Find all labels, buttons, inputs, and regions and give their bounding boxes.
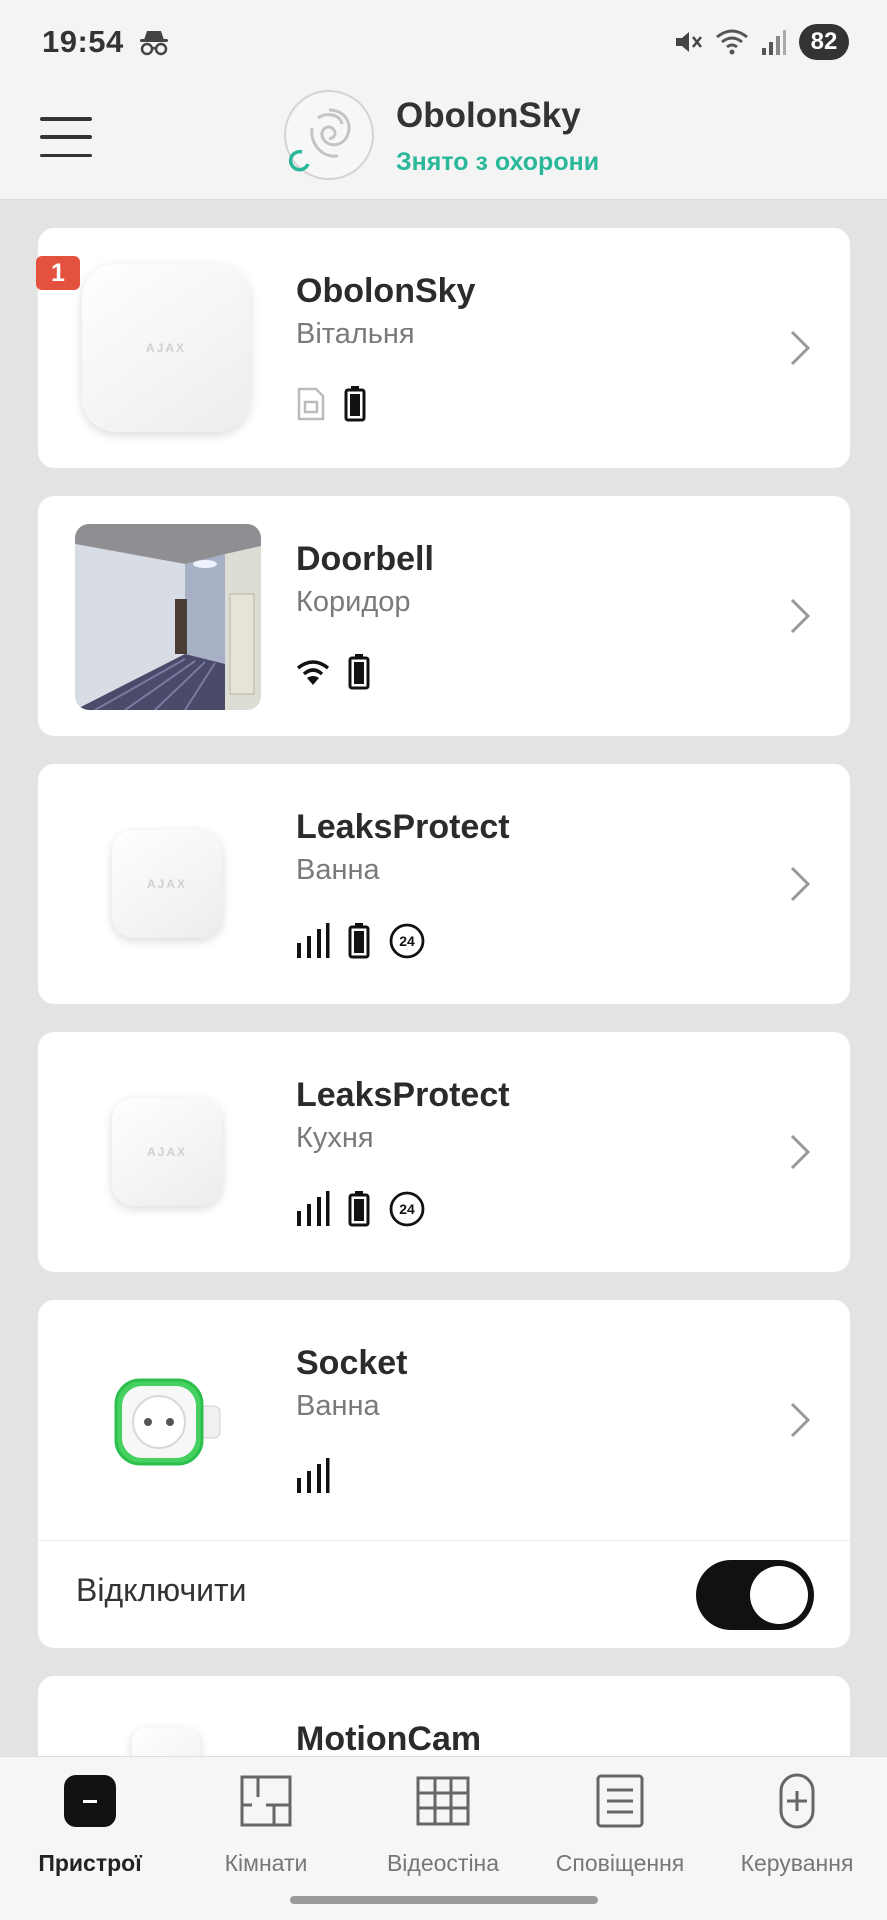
device-room: Коридор (296, 586, 411, 618)
device-name: Doorbell (296, 540, 434, 578)
signal-bars-icon (297, 923, 330, 958)
doorbell-camera-preview (75, 524, 261, 710)
hub-avatar-icon[interactable] (282, 88, 376, 182)
signal-bars-icon (297, 1458, 330, 1493)
leaksprotect-device-image: AJAX (112, 830, 222, 938)
nav-rooms[interactable]: Кімнати (181, 1773, 351, 1877)
leaksprotect-device-image: AJAX (112, 1098, 222, 1206)
chevron-right-icon (790, 598, 811, 634)
device-name: LeaksProtect (296, 1076, 510, 1114)
nav-control[interactable]: Керування (712, 1773, 882, 1877)
device-status-icons: 24 (296, 922, 426, 960)
nav-video-wall[interactable]: Відеостіна (358, 1773, 528, 1877)
nav-label: Сповіщення (555, 1850, 685, 1876)
menu-line (40, 117, 92, 121)
device-status-icons (296, 1458, 330, 1494)
menu-button[interactable] (38, 115, 94, 159)
chevron-right-icon (790, 1402, 811, 1438)
device-status-icons: 24 (296, 1190, 426, 1228)
device-name: MotionCam (296, 1720, 482, 1758)
notification-badge: 1 (36, 256, 80, 290)
nav-label: Керування (740, 1850, 854, 1876)
app-header: ObolonSky Знято з охорони (0, 84, 887, 200)
sim-card-icon (297, 387, 325, 421)
nav-label: Кімнати (224, 1850, 308, 1876)
chevron-right-icon (790, 866, 811, 902)
device-room: Вітальня (296, 318, 415, 350)
hub-device-image: AJAX (82, 264, 250, 432)
battery-icon (348, 923, 370, 959)
device-room: Ванна (296, 1390, 380, 1422)
device-name: ObolonSky (296, 272, 476, 310)
device-card-hub[interactable]: AJAX 1 ObolonSky Вітальня (36, 228, 850, 468)
device-status-icons (296, 386, 366, 422)
battery-indicator: 82 (799, 24, 849, 60)
menu-line (40, 135, 92, 139)
status-left: 19:54 (42, 24, 170, 60)
24h-text: 24 (399, 1201, 415, 1217)
battery-icon (344, 386, 366, 422)
socket-device-image (114, 1378, 221, 1466)
24h-icon: 24 (389, 923, 425, 959)
device-status-icons (296, 654, 370, 690)
24h-icon: 24 (389, 1191, 425, 1227)
socket-power-toggle[interactable] (696, 1560, 814, 1630)
device-name: LeaksProtect (296, 808, 510, 846)
hub-title: ObolonSky (396, 96, 581, 135)
device-name: Socket (296, 1344, 408, 1382)
hub-status: Знято з охорони (396, 148, 600, 176)
home-indicator[interactable] (290, 1896, 598, 1904)
device-logo-text: AJAX (146, 877, 187, 891)
status-bar: 19:54 82 (0, 0, 887, 84)
device-card-leaksprotect-bath[interactable]: AJAX LeaksProtect Ванна 24 (38, 764, 850, 1004)
device-card-socket[interactable]: Socket Ванна Відключити (38, 1300, 850, 1648)
chevron-right-icon (790, 1134, 811, 1170)
device-room: Кухня (296, 1122, 374, 1154)
menu-line (40, 153, 92, 157)
mute-icon (676, 32, 702, 52)
devices-icon (64, 1775, 116, 1827)
battery-icon (348, 654, 370, 690)
device-card-leaksprotect-kitchen[interactable]: AJAX LeaksProtect Кухня 24 (38, 1032, 850, 1272)
chevron-right-icon (790, 330, 811, 366)
device-room: Ванна (296, 854, 380, 886)
wifi-icon (296, 660, 330, 685)
device-logo-text: AJAX (146, 1145, 187, 1159)
toggle-knob (750, 1566, 808, 1624)
device-card-doorbell[interactable]: Doorbell Коридор (38, 496, 850, 736)
battery-icon (348, 1191, 370, 1227)
socket-toggle-label: Відключити (76, 1572, 247, 1608)
notifications-icon (596, 1774, 644, 1828)
control-icon (779, 1773, 815, 1829)
nav-label: Пристрої (38, 1850, 142, 1876)
24h-text: 24 (399, 933, 415, 949)
card-divider (38, 1540, 850, 1541)
nav-label: Відеостіна (386, 1850, 500, 1876)
incognito-icon (139, 31, 168, 56)
status-time: 19:54 (42, 24, 124, 59)
wifi-icon (716, 29, 748, 55)
device-logo-text: AJAX (145, 341, 186, 355)
nav-devices[interactable]: Пристрої (5, 1773, 175, 1877)
video-wall-icon (416, 1776, 470, 1826)
signal-bars-icon (297, 1191, 330, 1226)
status-right: 82 (673, 24, 849, 60)
nav-notifications[interactable]: Сповіщення (535, 1773, 705, 1877)
cellular-signal-icon (762, 30, 786, 55)
rooms-icon (240, 1775, 292, 1827)
